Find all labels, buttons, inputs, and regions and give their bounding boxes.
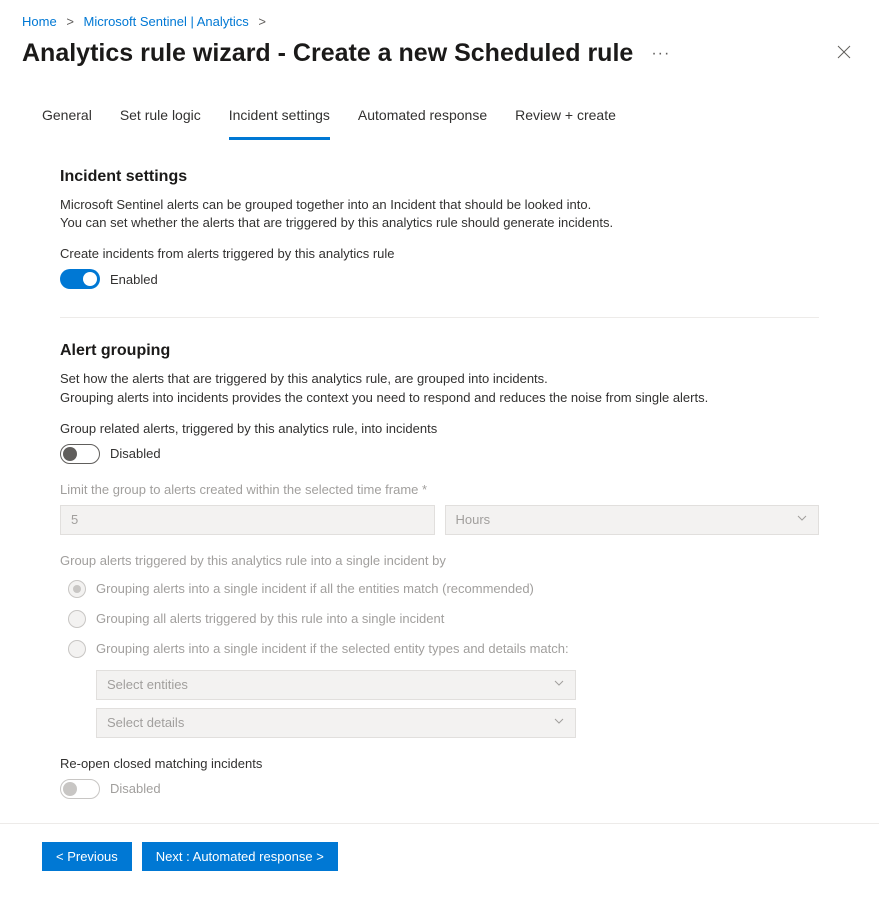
- previous-button[interactable]: < Previous: [42, 842, 132, 871]
- tab-incident-settings[interactable]: Incident settings: [229, 99, 330, 140]
- chevron-down-icon: [796, 512, 808, 527]
- incident-settings-title: Incident settings: [60, 168, 819, 186]
- close-icon[interactable]: [831, 37, 857, 70]
- more-icon[interactable]: ···: [651, 45, 670, 63]
- wizard-footer: < Previous Next : Automated response >: [0, 823, 879, 899]
- tab-review-create[interactable]: Review + create: [515, 99, 616, 140]
- alert-grouping-title: Alert grouping: [60, 342, 819, 360]
- radio-selected-entities-label: Grouping alerts into a single incident i…: [96, 641, 569, 656]
- chevron-right-icon: >: [258, 14, 266, 29]
- group-by-label: Group alerts triggered by this analytics…: [60, 553, 819, 568]
- chevron-down-icon: [553, 715, 565, 730]
- limit-timeframe-label: Limit the group to alerts created within…: [60, 482, 819, 497]
- next-button[interactable]: Next : Automated response >: [142, 842, 338, 871]
- select-entities[interactable]: Select entities: [96, 670, 576, 700]
- reopen-toggle[interactable]: [60, 779, 100, 799]
- breadcrumb-home[interactable]: Home: [22, 14, 57, 29]
- radio-all-alerts-label: Grouping all alerts triggered by this ru…: [96, 611, 444, 626]
- group-related-toggle-label: Disabled: [110, 446, 161, 461]
- create-incidents-toggle-label: Enabled: [110, 272, 158, 287]
- breadcrumb: Home > Microsoft Sentinel | Analytics >: [0, 0, 879, 33]
- limit-value-input[interactable]: [60, 505, 435, 535]
- page-title: Analytics rule wizard - Create a new Sch…: [22, 39, 633, 68]
- incident-settings-desc: Microsoft Sentinel alerts can be grouped…: [60, 196, 819, 232]
- reopen-toggle-label: Disabled: [110, 781, 161, 796]
- radio-all-entities-match-label: Grouping alerts into a single incident i…: [96, 581, 534, 596]
- wizard-tabs: General Set rule logic Incident settings…: [0, 78, 879, 140]
- chevron-down-icon: [553, 677, 565, 692]
- tab-general[interactable]: General: [42, 99, 92, 140]
- chevron-right-icon: >: [66, 14, 74, 29]
- group-related-label: Group related alerts, triggered by this …: [60, 421, 819, 436]
- limit-unit-select[interactable]: Hours: [445, 505, 820, 535]
- radio-all-alerts[interactable]: [68, 610, 86, 628]
- reopen-label: Re-open closed matching incidents: [60, 756, 819, 771]
- create-incidents-toggle[interactable]: [60, 269, 100, 289]
- tab-set-rule-logic[interactable]: Set rule logic: [120, 99, 201, 140]
- radio-selected-entities[interactable]: [68, 640, 86, 658]
- select-details[interactable]: Select details: [96, 708, 576, 738]
- alert-grouping-desc: Set how the alerts that are triggered by…: [60, 370, 819, 406]
- tab-automated-response[interactable]: Automated response: [358, 99, 487, 140]
- breadcrumb-sentinel[interactable]: Microsoft Sentinel | Analytics: [84, 14, 249, 29]
- section-divider: [60, 317, 819, 318]
- group-related-toggle[interactable]: [60, 444, 100, 464]
- radio-all-entities-match[interactable]: [68, 580, 86, 598]
- page-header: Analytics rule wizard - Create a new Sch…: [0, 33, 879, 78]
- create-incidents-label: Create incidents from alerts triggered b…: [60, 246, 819, 261]
